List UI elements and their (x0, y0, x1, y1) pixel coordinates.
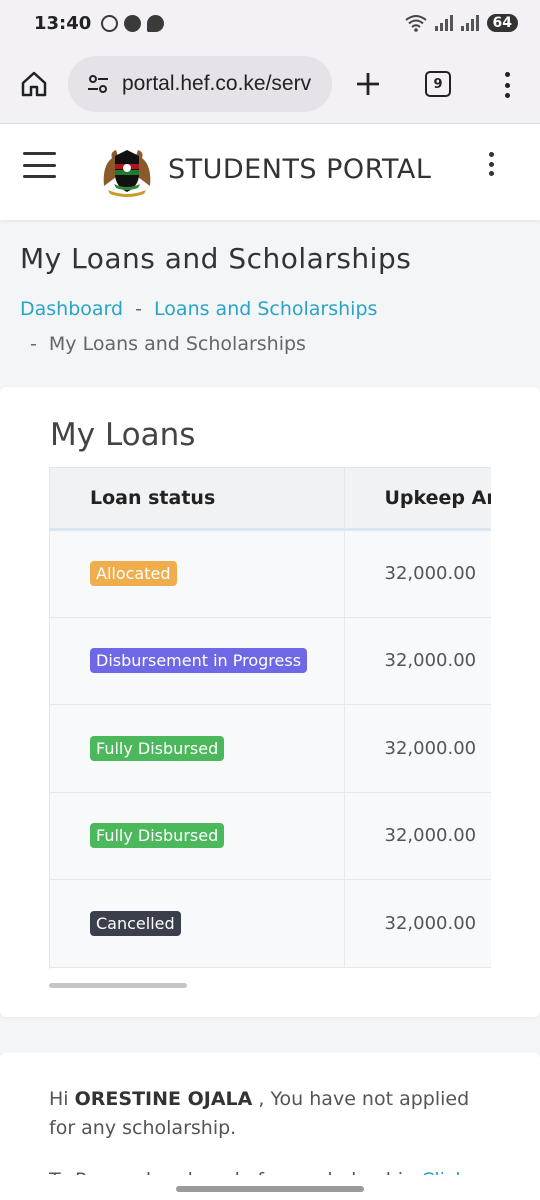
loan-status-cell: Disbursement in Progress (50, 617, 345, 705)
gesture-handle[interactable] (176, 1186, 364, 1192)
battery-icon: 64 (486, 14, 518, 32)
status-badge: Disbursement in Progress (90, 648, 308, 674)
url-text: portal.hef.co.ke/serv (122, 72, 312, 95)
table-row: Disbursement in Progress 32,000.00 (50, 617, 491, 705)
address-bar[interactable]: portal.hef.co.ke/serv (68, 56, 332, 112)
greeting: Hi (49, 1088, 69, 1110)
new-tab-icon[interactable] (354, 70, 382, 98)
portal-title: STUDENTS PORTAL (168, 154, 432, 185)
my-loans-card: My Loans Loan status Upkeep Am Allocated… (0, 387, 540, 1017)
tab-switcher-button[interactable]: 9 (425, 71, 451, 97)
table-row: Allocated 32,000.00 (50, 529, 491, 618)
breadcrumb-current: My Loans and Scholarships (48, 333, 306, 355)
site-settings-icon[interactable] (86, 72, 110, 96)
page-title: My Loans and Scholarships (20, 242, 412, 275)
horizontal-scrollbar[interactable] (49, 983, 187, 988)
breadcrumb: Dashboard - Loans and Scholarships - My … (20, 292, 520, 362)
messages-icon (124, 14, 142, 32)
more-options-icon[interactable] (489, 152, 495, 176)
coat-of-arms-logo (103, 150, 151, 197)
table-row: Fully Disbursed 32,000.00 (50, 704, 491, 793)
upkeep-amount-cell: 32,000.00 (344, 879, 491, 968)
table-header-row: Loan status Upkeep Am (50, 467, 491, 531)
status-bar: 13:40 64 (0, 0, 540, 46)
upkeep-amount-cell: 32,000.00 (344, 529, 491, 618)
signal-icon-2 (460, 15, 479, 31)
table-row: Fully Disbursed 32,000.00 (50, 792, 491, 880)
student-name: ORESTINE OJALA (74, 1088, 253, 1110)
browser-menu-icon[interactable] (503, 72, 511, 98)
breadcrumb-separator: - (135, 298, 142, 320)
breadcrumb-loans-and-scholarships[interactable]: Loans and Scholarships (154, 298, 377, 320)
notification-icons (101, 14, 165, 32)
my-loans-title: My Loans (50, 417, 196, 453)
status-indicators: 64 (404, 14, 518, 32)
breadcrumb-separator: - (30, 333, 37, 355)
status-badge: Cancelled (90, 910, 181, 936)
status-badge: Fully Disbursed (90, 735, 225, 761)
app-header: STUDENTS PORTAL (0, 124, 540, 220)
loan-status-cell: Allocated (50, 529, 345, 618)
signal-icon-1 (434, 15, 453, 31)
status-time: 13:40 (34, 12, 92, 34)
loans-table: Loan status Upkeep Am Allocated 32,000.00… (50, 467, 491, 968)
wifi-icon (404, 15, 427, 32)
upkeep-amount-cell: 32,000.00 (344, 617, 491, 705)
hamburger-menu-icon[interactable] (23, 152, 56, 178)
browser-toolbar: portal.hef.co.ke/serv 9 (0, 46, 540, 124)
table-row: Cancelled 32,000.00 (50, 879, 491, 968)
status-badge: Fully Disbursed (90, 823, 225, 849)
loans-table-scroll[interactable]: Loan status Upkeep Am Allocated 32,000.00… (49, 467, 491, 969)
column-header-upkeep-amount[interactable]: Upkeep Am (344, 467, 491, 531)
loan-status-cell: Fully Disbursed (50, 704, 345, 793)
scholarship-message: Hi ORESTINE OJALA , You have not applied… (49, 1085, 499, 1143)
loan-status-cell: Fully Disbursed (50, 792, 345, 880)
chat-icon (147, 14, 165, 32)
column-header-loan-status[interactable]: Loan status (50, 467, 345, 531)
breadcrumb-dashboard[interactable]: Dashboard (20, 298, 123, 320)
home-icon[interactable] (20, 70, 48, 98)
status-badge: Allocated (90, 561, 177, 587)
whatsapp-icon (101, 14, 119, 32)
upkeep-amount-cell: 32,000.00 (344, 704, 491, 793)
loan-status-cell: Cancelled (50, 879, 345, 968)
upkeep-amount-cell: 32,000.00 (344, 792, 491, 880)
